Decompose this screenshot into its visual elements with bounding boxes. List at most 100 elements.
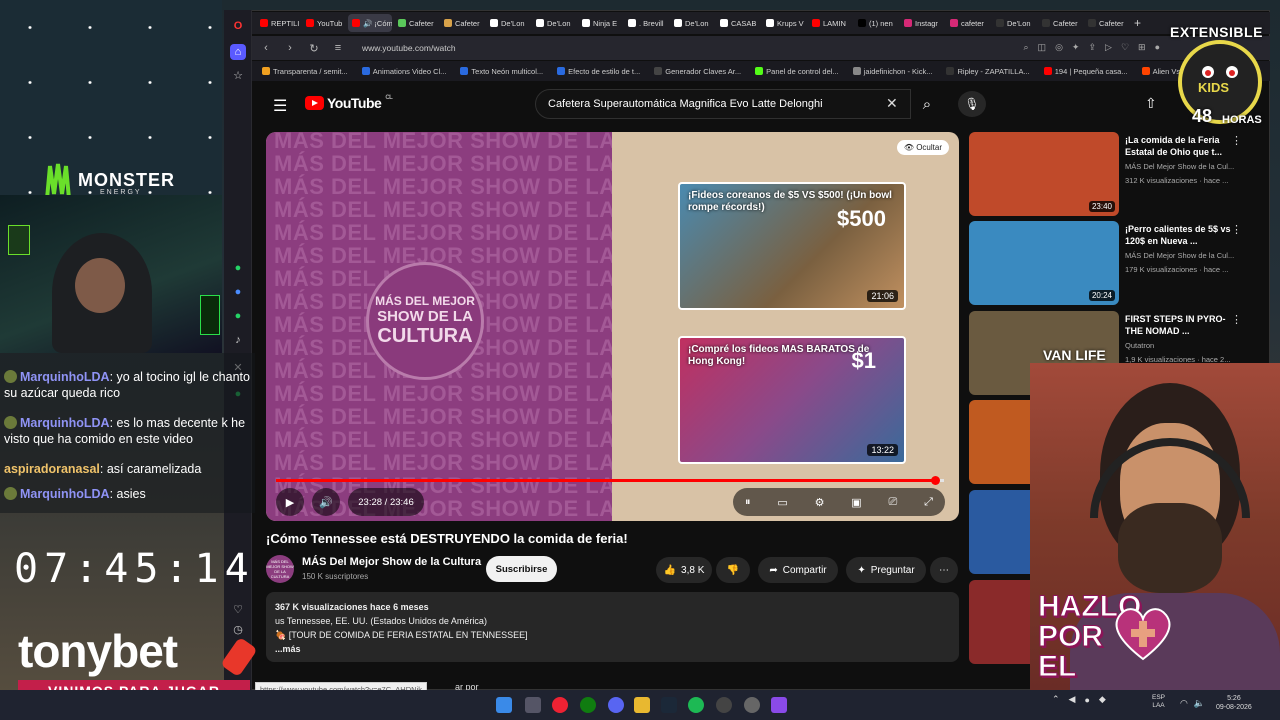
file-explorer-icon[interactable] — [634, 697, 650, 713]
share-button[interactable]: ➦ Compartir — [758, 557, 838, 583]
recommended-channel[interactable]: MÁS Del Mejor Show de la Cul... — [1125, 162, 1234, 171]
bookmark-item[interactable]: Panel de control del... — [755, 67, 839, 76]
dislike-button[interactable]: 👎 — [716, 557, 750, 583]
bookmark-item[interactable]: 194 | Pequeña casa... — [1043, 67, 1128, 76]
language-indicator[interactable]: ESP LAA — [1152, 694, 1165, 710]
camera-icon[interactable]: ◫ — [1038, 42, 1047, 53]
steam-icon[interactable] — [661, 697, 677, 713]
like-button[interactable]: 👍 3,8 K — [656, 557, 712, 583]
recommended-title[interactable]: ¡La comida de la Feria Estatal de Ohio q… — [1125, 134, 1237, 158]
discord-icon[interactable] — [608, 697, 624, 713]
channel-avatar[interactable]: MÁS DEL MEJOR SHOW DE LA CULTURA — [266, 555, 294, 583]
whatsapp-icon-2[interactable]: ● — [230, 308, 246, 324]
heart-icon[interactable]: ♡ — [230, 602, 246, 618]
browser-tab[interactable]: cafeter — [946, 14, 990, 32]
app-icon[interactable] — [744, 697, 760, 713]
settings-icon[interactable]: ⚙ — [815, 496, 825, 509]
video-thumbnail[interactable]: 23:40 — [969, 132, 1119, 216]
play-icon[interactable]: ▷ — [1105, 42, 1112, 53]
forward-icon[interactable]: › — [284, 42, 296, 54]
chat-username[interactable]: MarquinhoLDA — [20, 487, 110, 501]
opera-logo-icon[interactable]: O — [230, 18, 246, 34]
play-button[interactable]: ▶ — [276, 488, 304, 516]
aria-icon[interactable]: ⌂ — [230, 44, 246, 60]
cast-icon[interactable]: ⎚ — [889, 496, 898, 509]
recommended-channel[interactable]: MÁS Del Mejor Show de la Cul... — [1125, 251, 1234, 260]
browser-tab[interactable]: YouTub — [302, 14, 346, 32]
more-actions-button[interactable]: ⋯ — [930, 557, 958, 583]
browser-tab[interactable]: De'Lon — [992, 14, 1036, 32]
bookmark-item[interactable]: jaidefinichon - Kick... — [852, 67, 932, 76]
video-player[interactable]: MÁS DEL MEJOR SHOW DE LA CULTURAMÁS DEL … — [266, 132, 959, 521]
browser-tab[interactable]: CASAB — [716, 14, 760, 32]
snapshot-icon[interactable]: ◎ — [1055, 42, 1063, 53]
bookmark-item[interactable]: Animations Video Cl... — [361, 67, 446, 76]
bookmark-item[interactable]: Ripley - ZAPATILLA... — [946, 67, 1030, 76]
description-box[interactable]: 367 K visualizaciones hace 6 meses us Te… — [266, 592, 959, 662]
chat-username[interactable]: MarquinhoLDA — [20, 370, 110, 384]
subtitles-icon[interactable]: ▭ — [777, 496, 787, 509]
bookmark-item[interactable]: Transparenta / semit... — [262, 67, 348, 76]
obs-icon[interactable] — [716, 697, 732, 713]
end-card-video-2[interactable]: ¡Compré los fideos MAS BARATOS de Hong K… — [678, 336, 906, 464]
clock-icon[interactable]: ◷ — [230, 622, 246, 638]
search-input[interactable]: Cafetera Superautomática Magnifica Evo L… — [535, 89, 911, 119]
more-vert-icon[interactable]: ⋮ — [1231, 134, 1242, 147]
show-more-link[interactable]: ...más — [275, 644, 301, 654]
upload-icon[interactable]: ⇧ — [1145, 95, 1157, 112]
ask-button[interactable]: ✦ Preguntar — [846, 557, 926, 583]
browser-tab[interactable]: LAMIN — [808, 14, 852, 32]
recommended-video[interactable]: 23:40 ¡La comida de la Feria Estatal de O… — [969, 132, 1259, 216]
chevron-up-icon[interactable]: ⌃ — [1052, 694, 1060, 705]
browser-tab[interactable]: Cafeter — [1084, 14, 1128, 32]
volume-button[interactable]: 🔊 — [312, 488, 340, 516]
tray-app-icon-3[interactable]: ◆ — [1099, 694, 1106, 705]
fullscreen-icon[interactable]: ⤢ — [924, 496, 933, 509]
star-icon[interactable]: ☆ — [230, 68, 246, 84]
voice-search-button[interactable]: 🎙 — [958, 91, 986, 117]
youtube-logo[interactable]: YouTube CL — [305, 95, 393, 111]
video-thumbnail[interactable]: 20:24 — [969, 221, 1119, 305]
zoom-icon[interactable]: ⌕ — [1024, 42, 1029, 53]
tray-app-icon[interactable]: ◀ — [1069, 694, 1076, 705]
xbox-icon[interactable] — [580, 697, 596, 713]
browser-tab[interactable]: De'Lon — [486, 14, 530, 32]
windows-start-icon[interactable] — [496, 697, 512, 713]
browser-tab[interactable]: (1) nen — [854, 14, 898, 32]
taskbar-clock[interactable]: 5:26 09-08-2026 — [1216, 694, 1252, 712]
bookmark-item[interactable]: Texto Neón multicol... — [460, 67, 543, 76]
share-icon[interactable]: ⇪ — [1088, 42, 1096, 53]
search-button[interactable]: ⌕ — [910, 89, 944, 119]
progress-scrubber[interactable] — [931, 476, 941, 485]
recommended-video[interactable]: 20:24 ¡Perro calientes de 5$ vs 120$ en N… — [969, 221, 1259, 305]
app-icon-2[interactable] — [771, 697, 787, 713]
autoplay-toggle-icon[interactable]: ⏸ — [745, 496, 751, 509]
menu-icon[interactable]: ☰ — [273, 96, 287, 116]
whatsapp-icon[interactable]: ● — [230, 260, 246, 276]
task-view-icon[interactable] — [525, 697, 541, 713]
back-icon[interactable]: ‹ — [260, 42, 272, 54]
browser-tab[interactable]: Krups V — [762, 14, 806, 32]
progress-bar[interactable] — [276, 479, 944, 482]
spotify-taskbar-icon[interactable] — [688, 697, 704, 713]
bookmark-item[interactable]: Efecto de estilo de t... — [557, 67, 640, 76]
recommended-title[interactable]: FIRST STEPS IN PYRO-THE NOMAD ... — [1125, 313, 1237, 337]
end-card-video-1[interactable]: ¡Fideos coreanos de $5 VS $500! (¡Un bow… — [678, 182, 906, 310]
wallet-icon[interactable]: ⊞ — [1138, 42, 1146, 53]
reload-icon[interactable]: ↻ — [308, 42, 320, 55]
new-tab-button[interactable]: + — [1134, 16, 1141, 30]
browser-tab[interactable]: Cafeter — [1038, 14, 1082, 32]
chat-username[interactable]: aspiradoranasal — [4, 462, 100, 476]
recommended-title[interactable]: ¡Perro calientes de 5$ vs 120$ en Nueva … — [1125, 223, 1237, 247]
profile-icon[interactable]: ● — [1155, 42, 1160, 53]
browser-tab[interactable]: De'Lon — [670, 14, 714, 32]
browser-tab[interactable]: De'Lon — [532, 14, 576, 32]
wifi-icon[interactable]: ◠ — [1180, 698, 1188, 709]
extension-icon[interactable]: ✦ — [1072, 42, 1080, 53]
browser-tab[interactable]: . Brevill — [624, 14, 668, 32]
miniplayer-icon[interactable]: ▣ — [851, 496, 861, 509]
more-vert-icon[interactable]: ⋮ — [1231, 313, 1242, 326]
security-icon[interactable]: ≡ — [332, 42, 344, 54]
volume-icon[interactable]: 🔈 — [1194, 698, 1205, 709]
more-vert-icon[interactable]: ⋮ — [1231, 223, 1242, 236]
